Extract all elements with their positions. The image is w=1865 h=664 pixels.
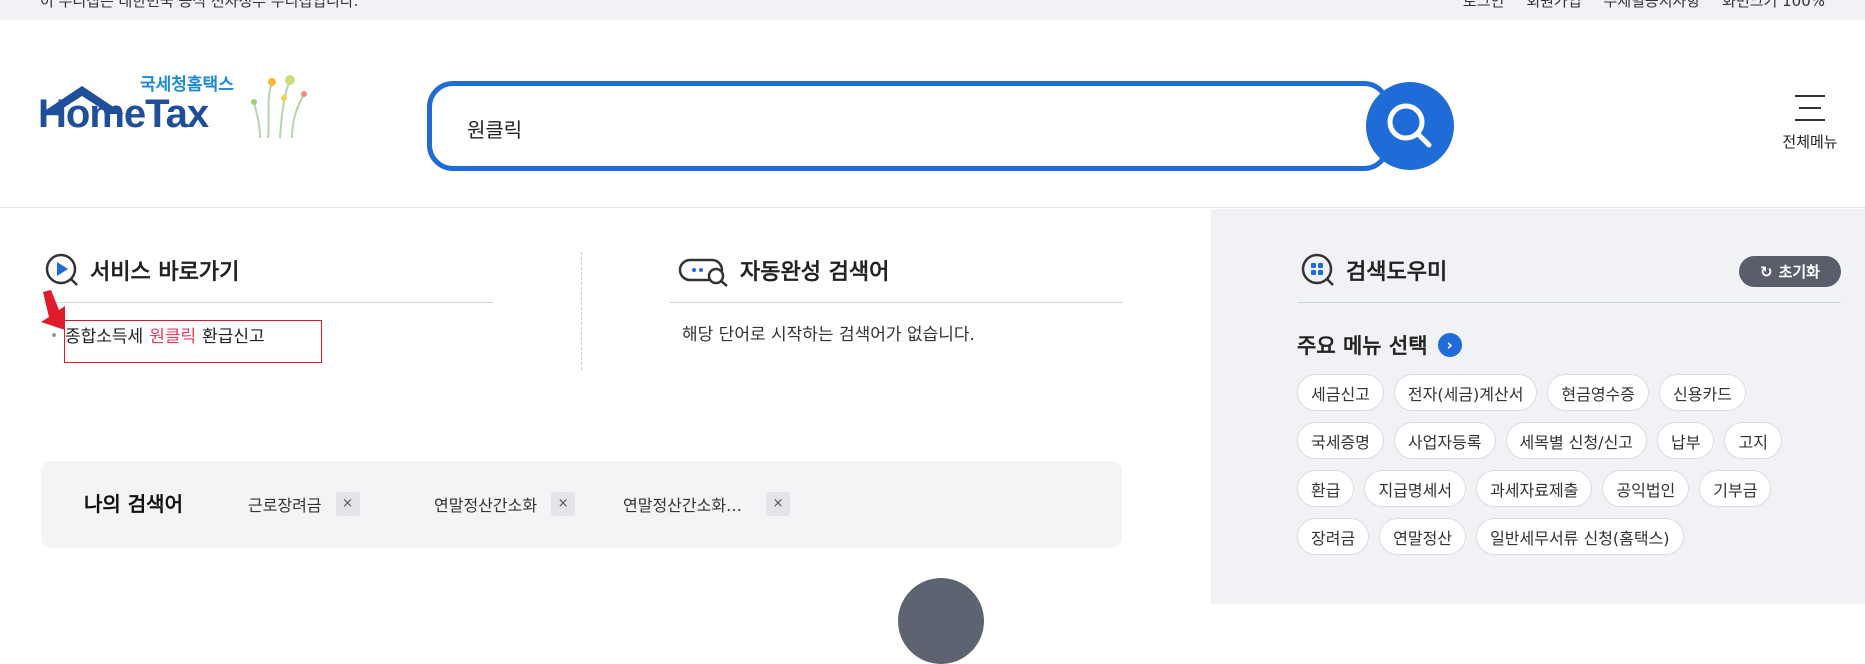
search-helper-title: 검색도우미 (1300, 252, 1447, 288)
keyword-text: 근로장려금 (248, 496, 322, 515)
search-helper-icon (1301, 253, 1334, 286)
autocomplete-empty-message: 해당 단어로 시작하는 검색어가 없습니다. (682, 325, 975, 345)
menu-tag[interactable]: 세금신고 (1297, 374, 1384, 411)
search-input[interactable]: 원클릭 (427, 81, 1390, 171)
keyword-text: 연말정산간소화… (623, 496, 743, 515)
remove-keyword-icon[interactable]: × (335, 492, 360, 516)
reset-label: 초기화 (1778, 263, 1820, 281)
menu-tag[interactable]: 전자(세금)계산서 (1393, 374, 1538, 411)
zoom-control[interactable]: 화면크기 100% (1722, 0, 1825, 11)
search-icon (1387, 103, 1432, 148)
search-button[interactable] (1366, 82, 1454, 170)
menu-tag[interactable]: 연말정산 (1379, 518, 1467, 555)
keyword-chip[interactable]: 연말정산간소화 × (434, 492, 576, 516)
autocomplete-icon (678, 258, 728, 287)
gov-notice: 이 누리집은 대한민국 공식 전자정부 누리집입니다. (40, 0, 359, 10)
service-shortcut-label: 서비스 바로가기 (90, 260, 240, 285)
main-menu-select-label: 주요 메뉴 선택 (1297, 334, 1428, 358)
my-search-title: 나의 검색어 (84, 492, 183, 516)
service-shortcut-item[interactable]: 종합소득세 원클릭 환급신고 (52, 322, 265, 347)
signup-link[interactable]: 회원가입 (1526, 0, 1581, 11)
search-input-value: 원클릭 (467, 118, 523, 142)
hometax-logo[interactable]: 국세청홈택스 HomeTax (38, 70, 328, 170)
menu-tag[interactable]: 기부금 (1699, 470, 1772, 507)
keyword-chip[interactable]: 근로장려금 × (248, 492, 360, 516)
bullet (52, 332, 56, 337)
logo-wordmark: HomeTax (38, 92, 209, 136)
item-highlight: 원클릭 (149, 327, 197, 347)
autocomplete-title: 자동완성 검색어 (678, 252, 889, 288)
keyword-chip[interactable]: 연말정산간소화… × (623, 492, 791, 516)
divider (1298, 302, 1841, 303)
menu-tag[interactable]: 신용카드 (1659, 374, 1746, 411)
menu-tag[interactable]: 장려금 (1297, 518, 1370, 555)
menu-tag[interactable]: 세목별 신청/신고 (1505, 422, 1648, 459)
all-menu-label: 전체메뉴 (1782, 133, 1838, 151)
divider (44, 302, 493, 303)
top-utility-bar: 이 누리집은 대한민국 공식 전자정부 누리집입니다. 로그인 회원가입 주제별… (0, 0, 1865, 20)
notice-link[interactable]: 주제별공지사항 (1604, 0, 1701, 11)
search-helper-label: 검색도우미 (1346, 260, 1448, 285)
section-divider (581, 252, 582, 370)
hamburger-icon (1795, 95, 1825, 121)
remove-keyword-icon[interactable]: × (551, 492, 576, 516)
main-menu-select[interactable]: 주요 메뉴 선택 › (1297, 330, 1462, 360)
flower-decoration-icon (251, 75, 307, 139)
menu-tag[interactable]: 국세증명 (1297, 422, 1384, 459)
menu-tag[interactable]: 지급명세서 (1364, 470, 1467, 507)
login-link[interactable]: 로그인 (1463, 0, 1504, 11)
item-prefix: 종합소득세 (65, 327, 144, 347)
menu-tag[interactable]: 환급 (1297, 470, 1355, 507)
menu-tag[interactable]: 사업자등록 (1393, 422, 1496, 459)
scroll-top-button[interactable] (898, 578, 984, 664)
play-search-icon (45, 253, 78, 286)
menu-tag[interactable]: 납부 (1657, 422, 1715, 459)
menu-tag[interactable]: 현금영수증 (1547, 374, 1650, 411)
service-shortcut-title: 서비스 바로가기 (44, 252, 239, 288)
keyword-text: 연말정산간소화 (434, 496, 538, 515)
all-menu-button[interactable]: 전체메뉴 (1778, 95, 1842, 165)
reset-button[interactable]: ↻ 초기화 (1739, 256, 1841, 287)
menu-tag[interactable]: 고지 (1724, 422, 1782, 459)
menu-tag[interactable]: 과세자료제출 (1476, 470, 1593, 507)
menu-tag-list: 세금신고 전자(세금)계산서 현금영수증 신용카드국세증명 사업자등록 세목별 신청/신고… (1297, 374, 1837, 555)
menu-tag[interactable]: 공익법인 (1602, 470, 1690, 507)
refresh-icon: ↻ (1760, 262, 1773, 281)
my-search-keywords: 나의 검색어 근로장려금 × 연말정산간소화 × 연말정산간소화… × (41, 461, 1122, 548)
item-suffix: 환급신고 (202, 327, 265, 347)
chevron-right-icon[interactable]: › (1437, 333, 1462, 357)
autocomplete-label: 자동완성 검색어 (740, 260, 890, 285)
divider (670, 302, 1123, 303)
utility-links: 로그인 회원가입 주제별공지사항 화면크기 100% (1463, 0, 1825, 11)
menu-tag[interactable]: 일반세무서류 신청(홈택스) (1476, 518, 1684, 555)
remove-keyword-icon[interactable]: × (766, 492, 791, 516)
